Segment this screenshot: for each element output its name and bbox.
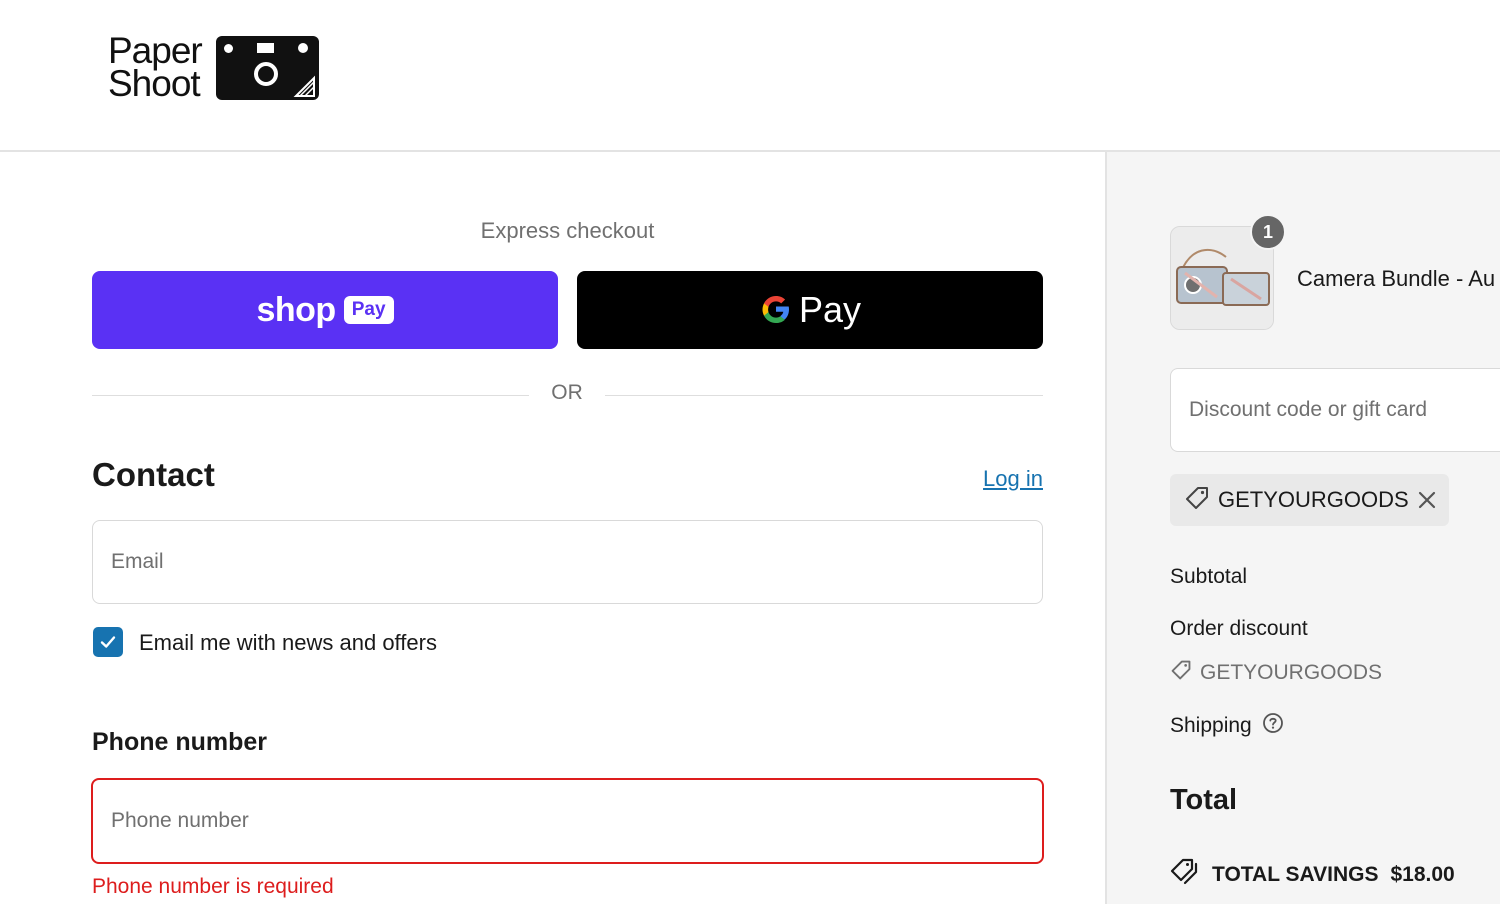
brand-logo[interactable]: Paper Shoot <box>108 32 320 104</box>
express-checkout-label: Express checkout <box>480 218 655 243</box>
shipping-row: Shipping <box>1170 712 1284 740</box>
divider-line-right <box>605 395 1043 396</box>
phone-error-message: Phone number is required <box>92 875 334 898</box>
shop-pay-pill: Pay <box>343 296 394 324</box>
shipping-label: Shipping <box>1170 714 1252 737</box>
item-quantity-badge: 1 <box>1250 214 1286 250</box>
remove-discount-button[interactable] <box>1417 488 1437 512</box>
savings-amount: $18.00 <box>1390 863 1455 886</box>
or-label: OR <box>551 381 583 404</box>
order-discount-code-text: GETYOURGOODS <box>1200 661 1383 684</box>
total-savings-row: TOTAL SAVINGS $18.00 <box>1170 858 1455 892</box>
tag-icon <box>1184 485 1210 516</box>
order-discount-code: GETYOURGOODS <box>1170 659 1382 687</box>
total-label: Total <box>1170 784 1238 816</box>
tag-icon <box>1170 659 1192 687</box>
order-summary: 1 Camera Bundle - Au GETYOURGOODS Subtot… <box>1105 152 1500 904</box>
log-in-link[interactable]: Log in <box>880 466 1043 492</box>
item-name: Camera Bundle - Au <box>1297 266 1496 291</box>
shop-pay-button[interactable]: shop Pay <box>92 271 558 349</box>
savings-label: TOTAL SAVINGS <box>1212 863 1379 886</box>
applied-discount-tag: GETYOURGOODS <box>1170 474 1449 526</box>
logo-wordmark: Paper Shoot <box>108 32 203 104</box>
subtotal-label: Subtotal <box>1170 565 1248 588</box>
discount-code-field[interactable] <box>1170 368 1500 452</box>
savings-tag-icon <box>1170 858 1200 892</box>
help-circle-icon[interactable] <box>1262 712 1284 740</box>
logo-line-2: Shoot <box>108 63 201 104</box>
phone-heading: Phone number <box>92 728 268 756</box>
contact-heading: Contact <box>92 456 215 493</box>
or-divider: OR <box>92 381 1043 411</box>
checkmark-icon <box>100 636 116 648</box>
google-pay-button[interactable]: Pay <box>577 271 1043 349</box>
google-pay-wordmark: Pay <box>798 289 862 330</box>
news-offers-label[interactable]: Email me with news and offers <box>139 630 437 656</box>
camera-logo-icon <box>216 36 319 100</box>
email-field[interactable] <box>92 520 1043 604</box>
phone-number-field[interactable] <box>91 778 1044 864</box>
news-offers-checkbox[interactable] <box>93 627 123 657</box>
divider-line-left <box>92 395 529 396</box>
close-icon <box>1418 491 1435 509</box>
applied-code-text: GETYOURGOODS <box>1218 487 1409 512</box>
google-g-icon <box>759 292 793 329</box>
shop-pay-wordmark: shop <box>256 290 336 329</box>
header: Paper Shoot <box>0 0 1500 152</box>
checkout-main: Express checkout shop Pay Pay OR Contact… <box>0 152 1105 904</box>
order-discount-label: Order discount <box>1170 617 1308 640</box>
